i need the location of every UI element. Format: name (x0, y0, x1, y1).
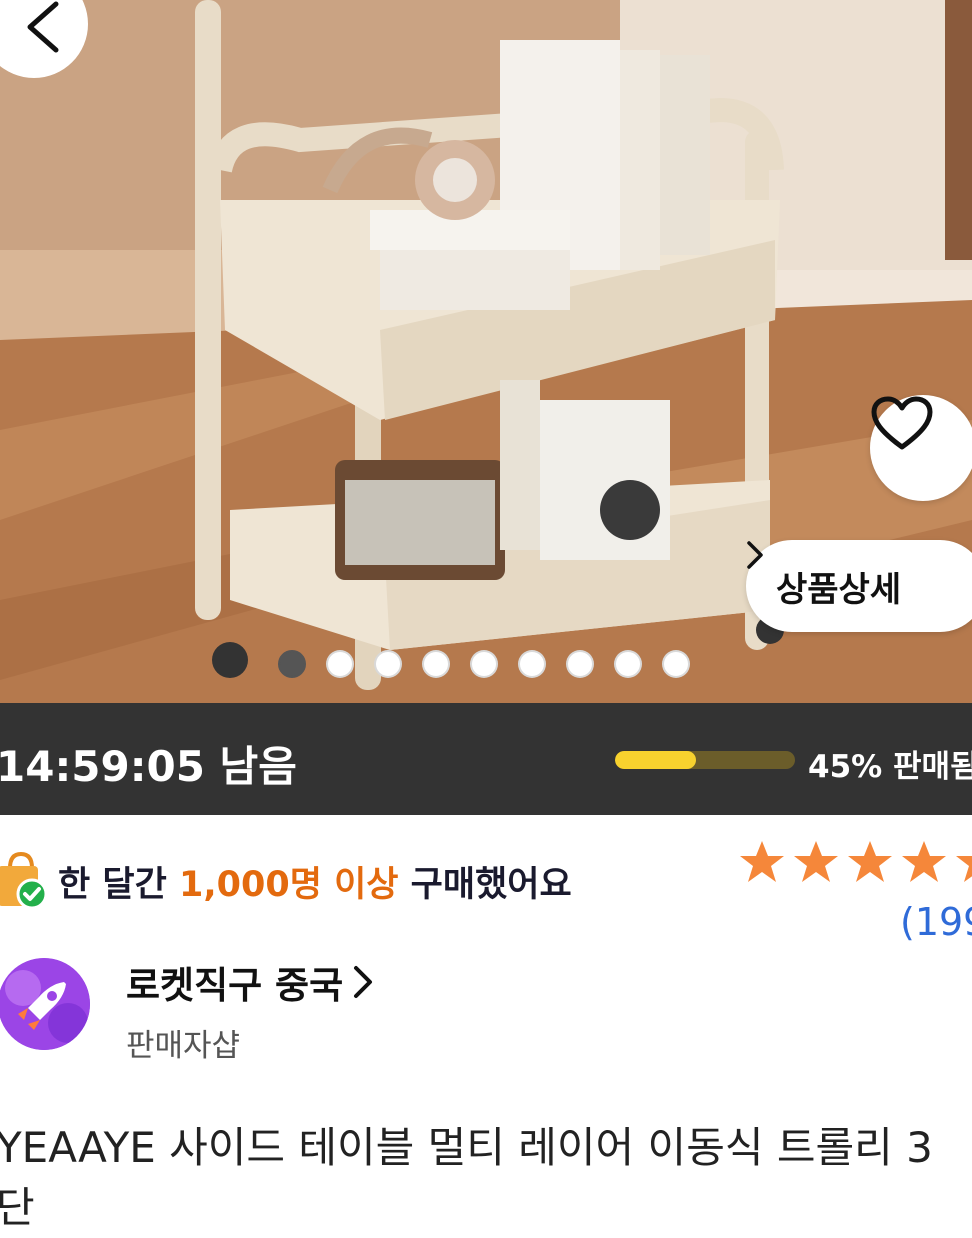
chevron-left-icon (27, 1, 59, 53)
seller-shop-label: 판매자샵 (126, 1028, 241, 1064)
sold-progress-fill (615, 751, 696, 769)
wishlist-button[interactable] (870, 395, 972, 501)
star-icon (848, 841, 892, 882)
shopping-bag-check-icon (0, 850, 48, 912)
carousel-dot[interactable] (518, 650, 546, 678)
star-icon (794, 841, 838, 882)
review-count-link[interactable]: (199 (900, 900, 972, 944)
carousel-dot[interactable] (422, 650, 450, 678)
purchase-highlight: 1,000명 이상 (178, 864, 399, 905)
carousel-dot[interactable] (614, 650, 642, 678)
carousel-indicator (278, 650, 690, 678)
star-icon (956, 856, 972, 882)
carousel-dot[interactable] (278, 650, 306, 678)
rating-stars[interactable] (738, 838, 972, 886)
purchase-suffix: 구매했어요 (398, 864, 572, 905)
carousel-dot[interactable] (470, 650, 498, 678)
carousel-dot[interactable] (326, 650, 354, 678)
deal-timer-bar: 14:59:05 남음 45% 판매됨 (0, 703, 972, 815)
heart-icon (871, 396, 933, 450)
product-detail-label: 상품상세 (776, 569, 902, 610)
purchase-prefix: 한 달간 (58, 864, 179, 905)
product-detail-button[interactable]: 상품상세 (746, 540, 972, 632)
chevron-right-icon (747, 541, 763, 569)
seller-avatar[interactable] (0, 958, 90, 1050)
purchase-count-text: 한 달간 1,000명 이상 구매했어요 (58, 856, 572, 907)
purchase-count-row: 한 달간 1,000명 이상 구매했어요 (0, 850, 572, 912)
product-title: YEAAYE 사이드 테이블 멀티 레이어 이동식 트롤리 3단 (0, 1123, 933, 1232)
product-image-carousel[interactable]: 상품상세 (0, 0, 972, 703)
chevron-right-icon[interactable] (352, 962, 376, 1002)
carousel-dot[interactable] (662, 650, 690, 678)
star-icon (740, 841, 784, 882)
countdown-text: 14:59:05 남음 (0, 742, 297, 791)
carousel-dot[interactable] (566, 650, 594, 678)
sold-percent-text: 45% 판매됨 (808, 749, 972, 785)
seller-name-link[interactable]: 로켓직구 중국 (126, 955, 343, 1009)
rocket-icon (0, 958, 90, 1050)
sold-progress-bar (615, 751, 795, 769)
carousel-dot[interactable] (374, 650, 402, 678)
star-icon (902, 841, 946, 882)
